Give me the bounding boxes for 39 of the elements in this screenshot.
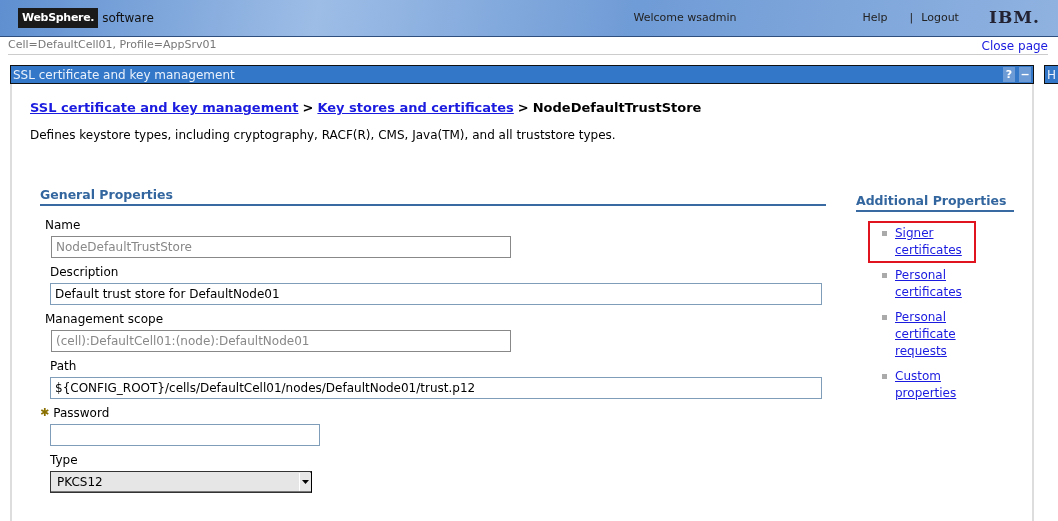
description-text: Defines keystore types, including cryptography, RACF(R), CMS, Java(TM), and all truststore types. [30, 126, 617, 144]
input-field[interactable] [50, 424, 320, 447]
section-heading: General Properties [40, 185, 826, 207]
input-field[interactable]: ${CONFIG_ROOT}/cells/DefaultCell01/nodes/DefaultNode01/trust.p12 [50, 377, 822, 400]
required-icon: ✱ [40, 405, 50, 422]
bullet-icon [882, 231, 887, 237]
side-panel-title: H [1044, 65, 1058, 84]
property-link[interactable]: Personal certificates [895, 267, 974, 302]
close-page-link[interactable]: Close page [981, 36, 1048, 55]
breadcrumb-separator: > [517, 99, 529, 117]
type-dropdown[interactable]: PKCS12 [50, 471, 312, 494]
field-label: Path [50, 358, 77, 376]
logout-link[interactable]: Logout [921, 9, 959, 27]
separator-text: | [909, 9, 914, 26]
breadcrumb-current: NodeDefaultTrustStore [532, 99, 702, 117]
field-label: Type [50, 452, 78, 470]
caret-icon [299, 473, 311, 492]
input-field[interactable]: Default trust store for DefaultNode01 [50, 283, 822, 306]
field-label: Password [53, 405, 110, 423]
bullet-icon [882, 374, 887, 380]
ibm-logo: IBM. [988, 6, 1040, 30]
welcome-text: Welcome wsadmin [633, 9, 737, 26]
panel-title: SSL certificate and key management [13, 66, 235, 84]
section-heading: Additional Properties [856, 191, 1014, 213]
bullet-icon [882, 273, 887, 279]
property-link[interactable]: Custom properties [895, 368, 974, 403]
breadcrumb-link[interactable]: Key stores and certificates [317, 98, 514, 118]
field-label: Description [50, 264, 119, 282]
breadcrumb-link[interactable]: SSL certificate and key management [30, 98, 299, 118]
field-label: Name [45, 217, 81, 235]
scope-text: Cell=DefaultCell01, Profile=AppSrv01 [8, 37, 217, 54]
property-link[interactable]: Personal certificate requests [895, 309, 974, 361]
product-name: software [102, 10, 154, 27]
property-link[interactable]: Signer certificates [895, 225, 974, 260]
bullet-icon [882, 315, 887, 321]
help-link[interactable]: Help [862, 9, 888, 27]
field-label: Management scope [45, 311, 164, 329]
brand-logo: WebSphere. [18, 7, 99, 29]
breadcrumb-separator: > [302, 99, 314, 117]
